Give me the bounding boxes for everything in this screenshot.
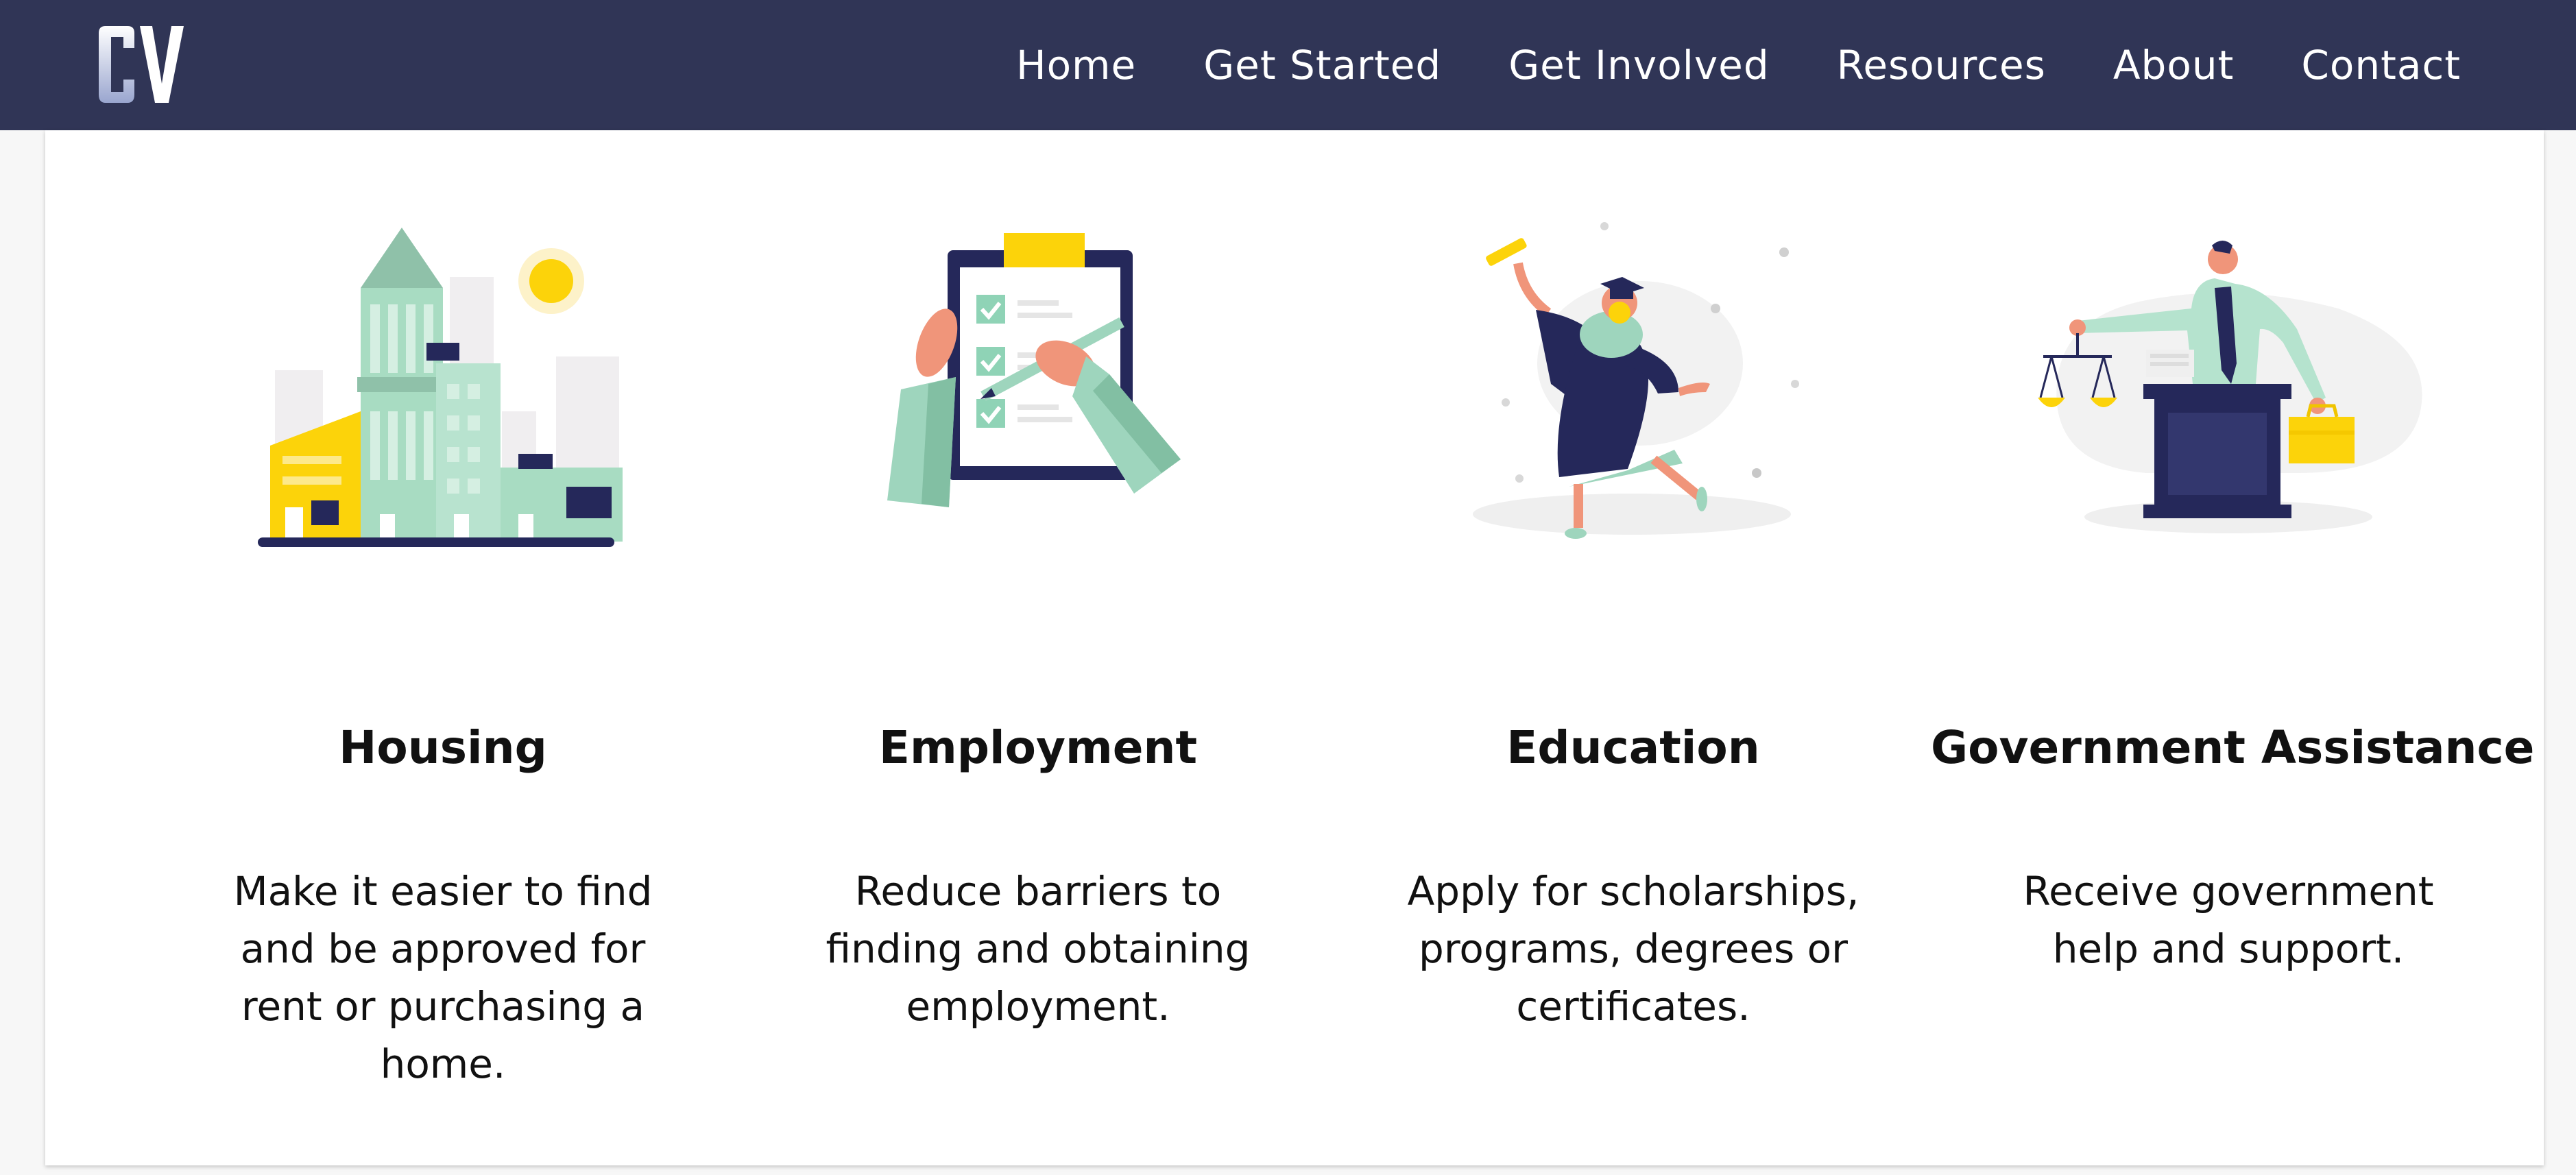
cv-logo[interactable] [93, 23, 196, 106]
nav-get-started[interactable]: Get Started [1203, 42, 1441, 88]
nav-resources[interactable]: Resources [1837, 42, 2046, 88]
card-title: Housing [339, 721, 547, 774]
city-buildings-icon [258, 228, 623, 547]
education-column: Education Apply for scholarships, progra… [1336, 130, 1931, 1165]
graduate-icon [1473, 222, 1799, 539]
card-description: Make it easier to find and be approved f… [233, 868, 653, 1087]
government-assistance-column: Government Assistance Receive government… [1931, 130, 2535, 1165]
card-description: Receive government help and support. [2023, 868, 2434, 972]
education-illustration [1336, 213, 1931, 610]
card-description: Reduce barriers to finding and obtaining… [826, 868, 1251, 1030]
government-podium-icon [2038, 241, 2422, 533]
card-description: Apply for scholarships, programs, degree… [1407, 868, 1859, 1030]
nav-contact[interactable]: Contact [2301, 42, 2461, 88]
employment-illustration [741, 213, 1336, 610]
housing-column: Housing Make it easier to find and be ap… [145, 130, 741, 1165]
nav-about[interactable]: About [2113, 42, 2234, 88]
clipboard-checklist-icon [887, 233, 1181, 507]
nav-get-involved[interactable]: Get Involved [1508, 42, 1769, 88]
card-title: Government Assistance [1931, 721, 2535, 774]
top-navbar: Home Get Started Get Involved Resources … [0, 0, 2576, 130]
card-title: Employment [878, 721, 1198, 774]
card-title: Education [1506, 721, 1760, 774]
housing-illustration [145, 213, 741, 610]
nav-home[interactable]: Home [1016, 42, 1136, 88]
services-card: Housing Make it easier to find and be ap… [45, 130, 2544, 1165]
main-nav: Home Get Started Get Involved Resources … [1016, 0, 2461, 130]
employment-column: Employment Reduce barriers to finding an… [741, 130, 1336, 1165]
government-assistance-illustration [1931, 213, 2526, 610]
